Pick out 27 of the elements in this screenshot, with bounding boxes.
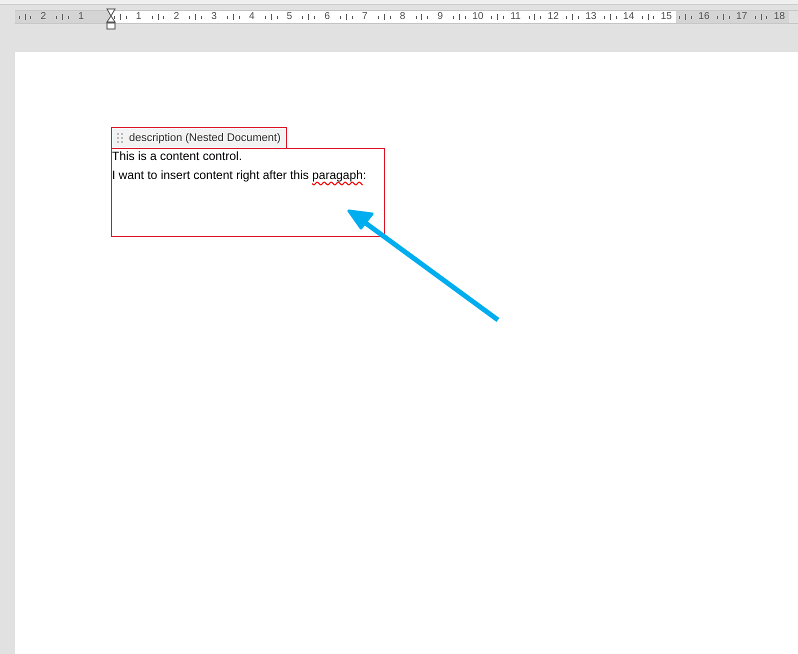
ruler-number: 1 (77, 12, 85, 22)
ruler-number: 14 (622, 12, 636, 22)
paragraph: This is a content control. (112, 149, 244, 164)
ruler-number: 10 (471, 12, 484, 22)
paragraph: I want to insert content right after this paragaph: (112, 168, 368, 183)
content-control-tag[interactable]: description (Nested Document) (111, 127, 287, 148)
ruler-number: 2 (40, 12, 48, 22)
ruler-number: 3 (210, 12, 218, 22)
content-control[interactable]: This is a content control. I want to insert content right after this paragaph: (111, 148, 385, 237)
ruler-number: 9 (436, 12, 444, 22)
ruler-number: 4 (248, 12, 256, 22)
ruler-number: 8 (398, 12, 406, 22)
ruler-number: 18 (772, 12, 786, 22)
tag-label: description (Nested Document) (129, 130, 281, 146)
ruler-number: 15 (660, 12, 673, 22)
ruler-number: 12 (546, 12, 560, 22)
ruler-number: 2 (172, 12, 180, 22)
ruler-number: 6 (323, 12, 331, 22)
ruler-number: 5 (286, 12, 294, 22)
ruler-number: 1 (134, 12, 142, 22)
ruler-number: 7 (361, 12, 369, 22)
ruler-number: 13 (584, 12, 598, 22)
indent-marker-icon[interactable] (106, 8, 116, 30)
ruler-number: 11 (509, 12, 522, 22)
ruler-number: 17 (735, 12, 748, 22)
ruler-number: 16 (697, 12, 711, 22)
drag-handle-icon[interactable] (117, 133, 123, 143)
